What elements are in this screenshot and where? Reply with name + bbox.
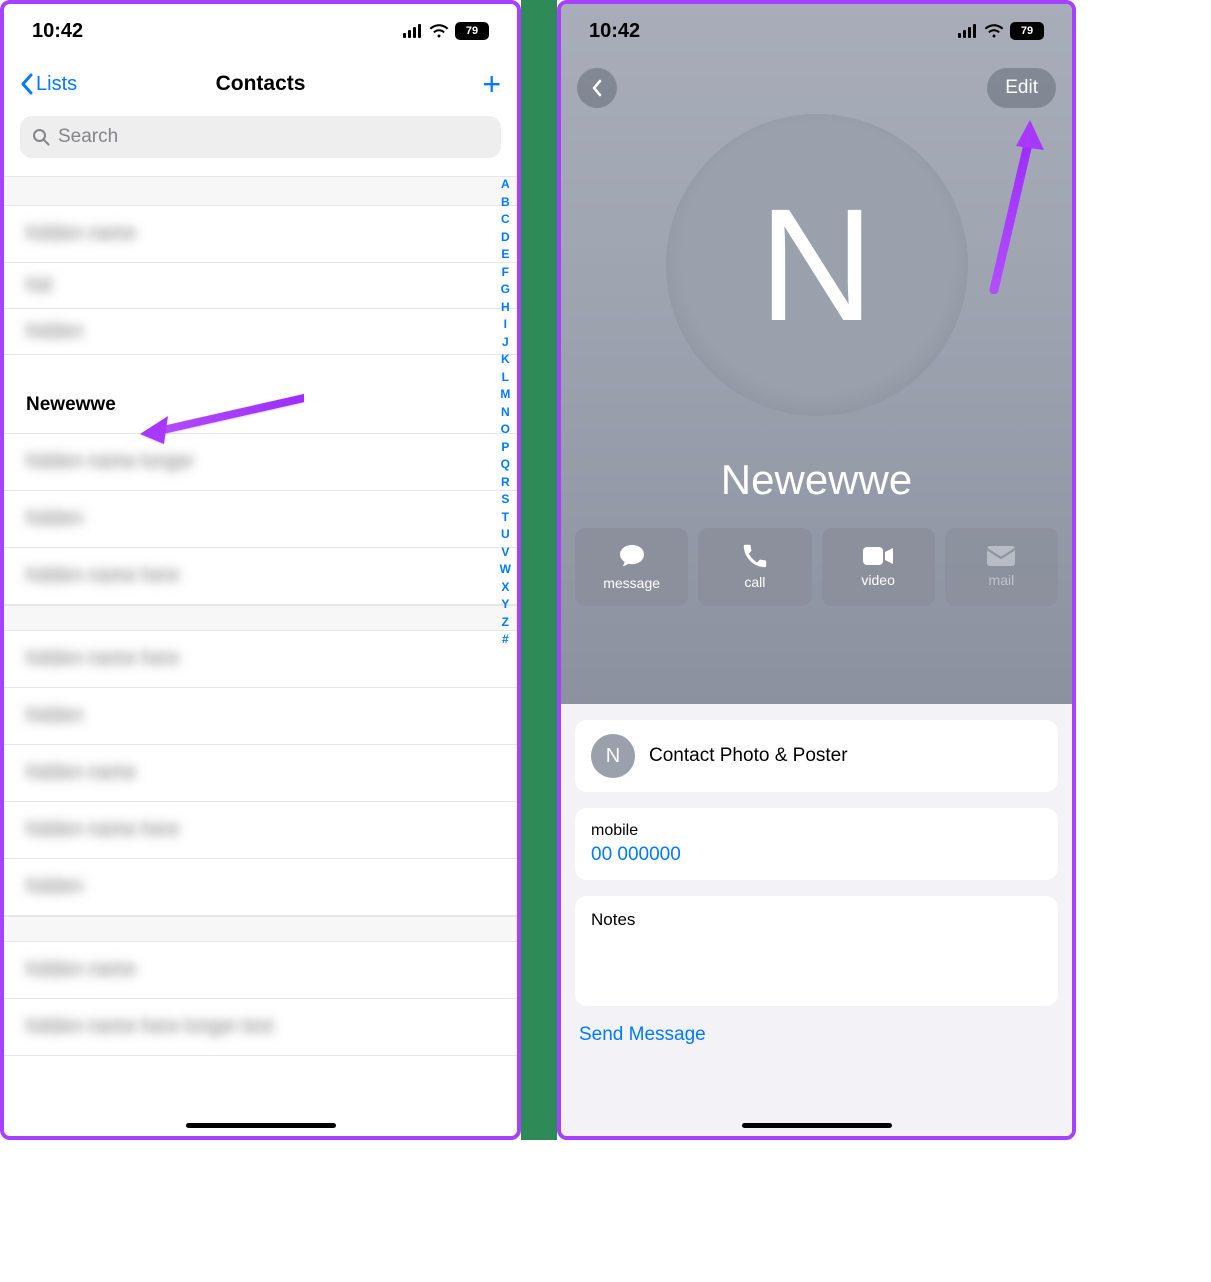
contacts-list[interactable]: hidden name hid hidden Newewwe hidden na… xyxy=(4,176,517,1056)
alpha-index-letter[interactable]: P xyxy=(501,439,509,457)
add-contact-button[interactable]: + xyxy=(482,68,501,100)
phone-card[interactable]: mobile 00 000000 xyxy=(575,808,1058,880)
status-right: 79 xyxy=(958,22,1044,40)
alpha-index-letter[interactable]: C xyxy=(501,211,510,229)
list-item[interactable]: hidden xyxy=(4,309,517,355)
video-button[interactable]: video xyxy=(822,528,935,606)
status-right: 79 xyxy=(403,22,489,40)
contact-name: Newewwe xyxy=(721,456,912,504)
search-icon xyxy=(32,128,50,146)
alpha-index-letter[interactable]: M xyxy=(500,386,510,404)
status-bar: 10:42 79 xyxy=(4,4,517,58)
notes-card[interactable]: Notes xyxy=(575,896,1058,1006)
contact-avatar: N xyxy=(666,114,968,416)
chevron-left-icon xyxy=(591,79,603,97)
mail-icon xyxy=(987,546,1015,566)
cellular-signal-icon xyxy=(403,24,423,38)
contact-photo-poster-row[interactable]: N Contact Photo & Poster xyxy=(575,720,1058,792)
panel-divider xyxy=(521,0,557,1140)
list-item[interactable]: hidden xyxy=(4,688,517,745)
wifi-icon xyxy=(429,24,449,38)
message-button[interactable]: message xyxy=(575,528,688,606)
mini-avatar: N xyxy=(591,734,635,778)
status-bar: 10:42 79 xyxy=(561,4,1072,58)
list-item[interactable]: hidden name here xyxy=(4,548,517,605)
list-item[interactable]: hidden name here xyxy=(4,802,517,859)
phone-type-label: mobile xyxy=(591,822,1042,840)
alpha-index-letter[interactable]: U xyxy=(501,526,510,544)
alpha-index-letter[interactable]: K xyxy=(501,351,510,369)
alpha-index-letter[interactable]: # xyxy=(502,631,509,649)
alpha-index-letter[interactable]: B xyxy=(501,194,510,212)
alpha-index-letter[interactable]: I xyxy=(504,316,507,334)
alpha-index-letter[interactable]: R xyxy=(501,474,510,492)
list-item[interactable]: hidden name here xyxy=(4,631,517,688)
alpha-index-letter[interactable]: D xyxy=(501,229,510,247)
contact-newewwe-row[interactable]: Newewwe xyxy=(4,377,517,434)
alpha-index-letter[interactable]: W xyxy=(500,561,511,579)
alpha-index-letter[interactable]: O xyxy=(501,421,510,439)
alpha-index-letter[interactable]: S xyxy=(501,491,509,509)
call-button[interactable]: call xyxy=(698,528,811,606)
send-message-link[interactable]: Send Message xyxy=(575,1022,1058,1046)
battery-icon: 79 xyxy=(1010,22,1044,40)
back-label: Lists xyxy=(36,73,77,96)
search-field[interactable]: Search xyxy=(20,116,501,158)
phone-icon xyxy=(743,544,767,568)
phone-number[interactable]: 00 000000 xyxy=(591,844,1042,866)
list-item[interactable]: hidden xyxy=(4,491,517,548)
section-header xyxy=(4,605,517,631)
alpha-index-letter[interactable]: G xyxy=(501,281,510,299)
alpha-index-letter[interactable]: A xyxy=(501,176,510,194)
list-item[interactable]: hidden name longer xyxy=(4,434,517,491)
back-button[interactable] xyxy=(577,68,617,108)
alpha-index-letter[interactable]: H xyxy=(501,299,510,317)
notes-label: Notes xyxy=(591,910,1042,930)
back-to-lists-button[interactable]: Lists xyxy=(20,73,77,96)
list-item[interactable]: hidden xyxy=(4,859,517,916)
alpha-index-letter[interactable]: X xyxy=(501,579,509,597)
battery-icon: 79 xyxy=(455,22,489,40)
message-icon xyxy=(618,543,646,569)
contact-detail-screen: 10:42 79 Edit N Newewwe m xyxy=(557,0,1076,1140)
alpha-index-letter[interactable]: F xyxy=(502,264,509,282)
list-item[interactable]: hidden name xyxy=(4,942,517,999)
section-header xyxy=(4,916,517,942)
alpha-index-letter[interactable]: T xyxy=(502,509,509,527)
nav-bar: Lists Contacts + xyxy=(4,58,517,110)
photo-poster-label: Contact Photo & Poster xyxy=(649,745,848,767)
section-header xyxy=(4,176,517,206)
status-time: 10:42 xyxy=(589,20,640,43)
action-row: message call video mail xyxy=(561,528,1072,606)
contact-body[interactable]: N Contact Photo & Poster mobile 00 00000… xyxy=(561,704,1072,1136)
page-title: Contacts xyxy=(216,72,306,96)
video-icon xyxy=(863,546,893,566)
status-time: 10:42 xyxy=(32,20,83,43)
list-item[interactable]: hidden name here longer text xyxy=(4,999,517,1056)
wifi-icon xyxy=(984,24,1004,38)
search-placeholder: Search xyxy=(58,126,118,148)
contacts-list-screen: 10:42 79 Lists Contacts + Search hidden … xyxy=(0,0,521,1140)
alpha-index-letter[interactable]: Z xyxy=(502,614,509,632)
alpha-index[interactable]: ABCDEFGHIJKLMNOPQRSTUVWXYZ# xyxy=(500,176,511,649)
mail-button[interactable]: mail xyxy=(945,528,1058,606)
alpha-index-letter[interactable]: E xyxy=(501,246,509,264)
list-item[interactable]: hidden name xyxy=(4,745,517,802)
alpha-index-letter[interactable]: N xyxy=(501,404,510,422)
alpha-index-letter[interactable]: Y xyxy=(501,596,509,614)
edit-button[interactable]: Edit xyxy=(987,68,1056,108)
alpha-index-letter[interactable]: L xyxy=(502,369,509,387)
home-indicator xyxy=(742,1123,892,1128)
alpha-index-letter[interactable]: V xyxy=(501,544,509,562)
contact-hero: Edit N Newewwe message call video mail xyxy=(561,4,1072,704)
cellular-signal-icon xyxy=(958,24,978,38)
list-item[interactable]: hid xyxy=(4,263,517,309)
home-indicator xyxy=(186,1123,336,1128)
list-item[interactable]: hidden name xyxy=(4,206,517,263)
alpha-index-letter[interactable]: J xyxy=(502,334,509,352)
alpha-index-letter[interactable]: Q xyxy=(501,456,510,474)
